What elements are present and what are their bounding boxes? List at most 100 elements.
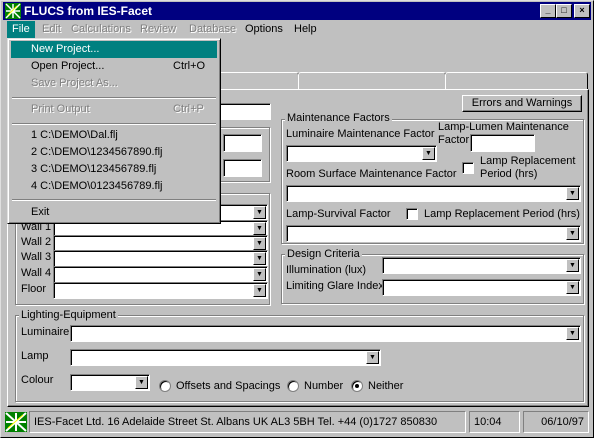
menu-file[interactable]: File [7, 21, 35, 38]
menu-bar: File Edit Calculations Review Database O… [3, 20, 591, 39]
menu-exit[interactable]: Exit [11, 204, 217, 221]
wall-4-label: Wall 4 [21, 267, 52, 279]
menu-print-shortcut: Ctrl+P [173, 103, 204, 115]
menu-open-project[interactable]: Open Project... Ctrl+O [11, 58, 217, 75]
dropdown-arrow-icon[interactable]: ▼ [253, 252, 266, 265]
wall-2-label: Wall 2 [21, 236, 52, 248]
wall-3-select[interactable]: ▼ [53, 250, 268, 267]
room-dim-input-2[interactable] [223, 159, 262, 177]
lamp-replacement-label-2: Period (hrs) [480, 168, 538, 180]
dropdown-arrow-icon[interactable]: ▼ [422, 147, 435, 160]
dropdown-arrow-icon[interactable]: ▼ [566, 259, 579, 272]
dropdown-arrow-icon[interactable]: ▼ [566, 227, 579, 240]
tab-3[interactable] [298, 72, 446, 90]
dropdown-arrow-icon[interactable]: ▼ [135, 376, 148, 389]
menu-open-shortcut: Ctrl+O [173, 60, 206, 72]
dropdown-arrow-icon[interactable]: ▼ [366, 351, 379, 364]
menu-review[interactable]: Review [135, 21, 181, 38]
design-criteria-title: Design Criteria [285, 248, 362, 260]
menu-print-label: Print Output [31, 103, 90, 115]
file-menu-dropdown: New Project... Open Project... Ctrl+O Sav… [7, 38, 221, 224]
menu-recent-2-label: 2 C:\DEMO\1234567890.flj [31, 146, 163, 158]
lamp-survival-label: Lamp-Survival Factor [286, 208, 391, 220]
menu-open-project-label: Open Project... [31, 60, 105, 72]
menu-recent-2[interactable]: 2 C:\DEMO\1234567890.flj [11, 144, 217, 161]
dropdown-arrow-icon[interactable]: ▼ [253, 206, 266, 219]
lamp-label: Lamp [21, 350, 49, 362]
ies-logo-icon [5, 412, 27, 432]
menu-recent-1-label: 1 C:\DEMO\Dal.flj [31, 129, 118, 141]
lamp-survival-select[interactable]: ▼ [286, 225, 581, 242]
room-surface-mf-label: Room Surface Maintenance Factor [286, 168, 457, 180]
glare-index-select[interactable]: ▼ [382, 279, 581, 296]
luminaire-select[interactable]: ▼ [70, 325, 581, 342]
menu-options[interactable]: Options [240, 21, 288, 38]
window-title: FLUCS from IES-Facet [24, 4, 153, 18]
lamp-lumen-mf-label-1: Lamp-Lumen Maintenance [438, 121, 569, 133]
menu-recent-3[interactable]: 3 C:\DEMO\123456789.flj [11, 161, 217, 178]
menu-save-project-as[interactable]: Save Project As... [11, 75, 217, 92]
floor-select[interactable]: ▼ [53, 282, 268, 299]
dropdown-arrow-icon[interactable]: ▼ [566, 187, 579, 200]
neither-label: Neither [368, 380, 404, 392]
menu-file-label: File [12, 23, 30, 35]
colour-label: Colour [21, 374, 54, 386]
errors-and-warnings-button[interactable]: Errors and Warnings [462, 95, 582, 112]
lamp-lumen-mf-input[interactable] [470, 134, 535, 152]
status-time-text: 10:04 [474, 416, 502, 428]
dropdown-arrow-icon[interactable]: ▼ [566, 281, 579, 294]
status-company: IES-Facet Ltd. 16 Adelaide Street St. Al… [29, 411, 466, 433]
title-bar[interactable]: FLUCS from IES-Facet _ □ × [3, 2, 591, 20]
lamp-replacement-checkbox[interactable] [462, 162, 474, 174]
status-bar: IES-Facet Ltd. 16 Adelaide Street St. Al… [3, 409, 591, 435]
menu-edit[interactable]: Edit [37, 21, 66, 38]
status-company-text: IES-Facet Ltd. 16 Adelaide Street St. Al… [34, 416, 438, 428]
number-label: Number [304, 380, 344, 392]
neither-radio[interactable] [351, 380, 363, 392]
menu-save-label: Save Project As... [31, 77, 118, 89]
menu-recent-4-label: 4 C:\DEMO\0123456789.flj [31, 180, 163, 192]
app-window: FLUCS from IES-Facet _ □ × File Edit Cal… [0, 0, 594, 438]
lamp-select[interactable]: ▼ [70, 349, 381, 366]
dropdown-arrow-icon[interactable]: ▼ [566, 327, 579, 340]
lighting-equipment-title: Lighting-Equipment [19, 309, 118, 321]
menu-recent-4[interactable]: 4 C:\DEMO\0123456789.flj [11, 178, 217, 195]
dropdown-arrow-icon[interactable]: ▼ [253, 222, 266, 235]
offsets-spacings-radio[interactable] [159, 380, 171, 392]
maximize-button[interactable]: □ [556, 4, 572, 18]
menu-new-project[interactable]: New Project... [11, 41, 217, 58]
lamp-replacement-2-checkbox[interactable] [406, 208, 418, 220]
dropdown-arrow-icon[interactable]: ▼ [253, 284, 266, 297]
room-surface-mf-select[interactable]: ▼ [286, 185, 581, 202]
luminaire-label: Luminaire [21, 326, 70, 338]
room-dim-input-1[interactable] [223, 134, 262, 152]
menu-print-output[interactable]: Print Output Ctrl+P [11, 101, 217, 118]
close-button[interactable]: × [574, 4, 590, 18]
menu-exit-label: Exit [31, 206, 50, 218]
minimize-button[interactable]: _ [540, 4, 556, 18]
number-radio[interactable] [287, 380, 299, 392]
lamp-replacement-2-label: Lamp Replacement Period (hrs) [424, 208, 580, 220]
wall-4-select[interactable]: ▼ [53, 266, 268, 283]
dropdown-arrow-icon[interactable]: ▼ [253, 237, 266, 250]
luminaire-mf-select[interactable]: ▼ [286, 145, 437, 162]
menu-calculations[interactable]: Calculations [66, 21, 136, 38]
glare-index-label: Limiting Glare Index [286, 280, 384, 292]
illumination-label: Illumination (lux) [286, 264, 367, 276]
menu-recent-1[interactable]: 1 C:\DEMO\Dal.flj [11, 127, 217, 144]
menu-separator [12, 199, 216, 201]
menu-database[interactable]: Database [184, 21, 241, 38]
maintenance-factors-title: Maintenance Factors [285, 112, 392, 124]
project-name-input[interactable] [216, 103, 271, 120]
illumination-select[interactable]: ▼ [382, 257, 581, 274]
wall-3-label: Wall 3 [21, 251, 52, 263]
menu-help[interactable]: Help [289, 21, 322, 38]
tab-4[interactable] [445, 72, 588, 90]
menu-new-project-label: New Project... [31, 43, 100, 55]
colour-select[interactable]: ▼ [70, 374, 150, 391]
offsets-spacings-label: Offsets and Spacings [176, 380, 281, 392]
app-icon[interactable] [5, 3, 21, 19]
menu-recent-3-label: 3 C:\DEMO\123456789.flj [31, 163, 157, 175]
dropdown-arrow-icon[interactable]: ▼ [253, 268, 266, 281]
lamp-replacement-label-1: Lamp Replacement [480, 155, 576, 167]
